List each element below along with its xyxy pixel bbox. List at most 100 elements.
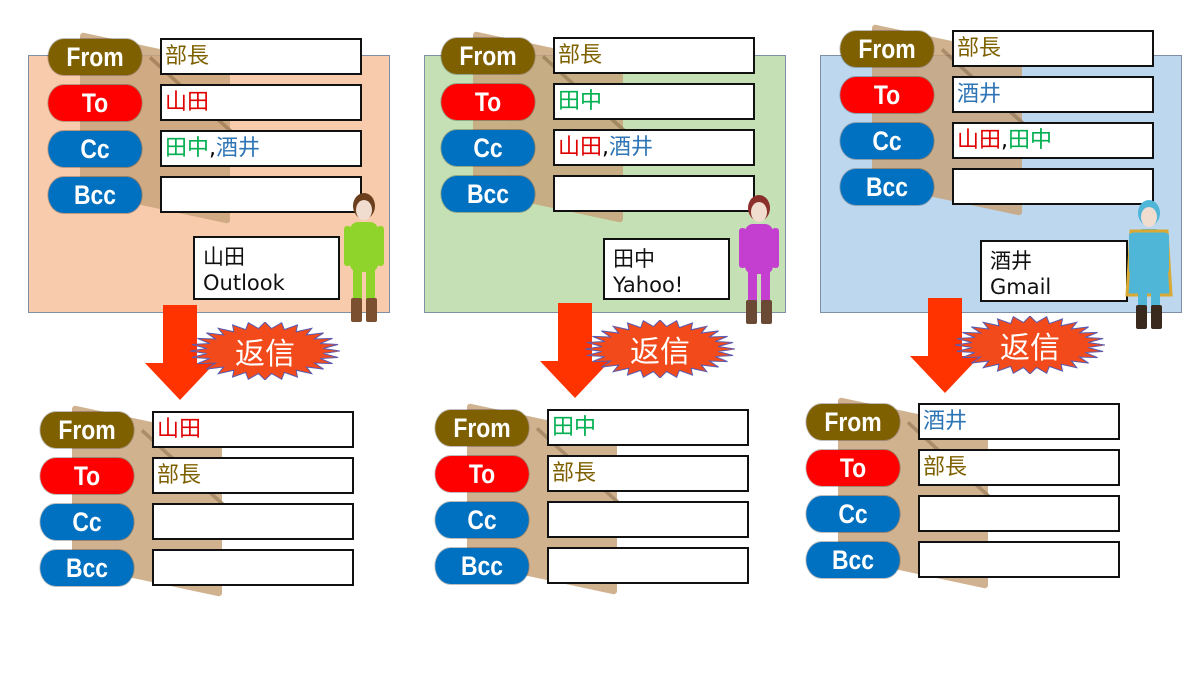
reply-mail-header: From 酒井 To 部長 Cc Bcc [798, 397, 1128, 593]
recipient-name: , [1001, 128, 1009, 153]
from-row: From 山田 [32, 411, 362, 449]
recipient-name: 田中 [552, 415, 597, 440]
cc-label: Cc [40, 504, 134, 540]
recipient-name: 部長 [923, 455, 968, 480]
reply-starburst: 返信 [585, 320, 735, 378]
from-label: From [840, 31, 934, 67]
to-row: To 田中 [433, 83, 763, 121]
from-label: From [48, 39, 142, 75]
from-field[interactable]: 山田 [152, 411, 354, 448]
bcc-row: Bcc [798, 541, 1128, 579]
cc-label: Cc [435, 502, 529, 538]
from-row: From 酒井 [798, 403, 1128, 441]
bcc-field[interactable] [952, 168, 1154, 205]
to-row: To 部長 [798, 449, 1128, 487]
recipient-name: 田中 [558, 89, 603, 114]
recipient-name: 部長 [552, 461, 597, 486]
purple-outfit-character [735, 190, 783, 334]
recipient-name: , [209, 136, 217, 161]
cc-row: Cc [427, 501, 757, 539]
from-field[interactable]: 部長 [553, 37, 755, 74]
bcc-row: Bcc [433, 175, 763, 213]
bcc-label: Bcc [48, 177, 142, 213]
recipient-name: 酒井 [923, 409, 968, 434]
mail-client: Outlook [203, 271, 285, 295]
to-field[interactable]: 部長 [547, 455, 749, 492]
reply-starburst: 返信 [955, 316, 1105, 374]
recipient-name: 酒井 [216, 136, 261, 161]
cc-label: Cc [441, 130, 535, 166]
user-info-box: 田中 Yahoo! [603, 238, 730, 300]
bcc-row: Bcc [32, 549, 362, 587]
bcc-label: Bcc [806, 542, 900, 578]
recipient-name: 田中 [1008, 128, 1053, 153]
reply-mail-header: From 山田 To 部長 Cc Bcc [32, 405, 362, 601]
mail-client: Yahoo! [613, 273, 684, 297]
from-field[interactable]: 田中 [547, 409, 749, 446]
recipient-name: , [602, 135, 610, 160]
cc-label: Cc [48, 131, 142, 167]
cc-field[interactable]: 山田,酒井 [553, 129, 755, 166]
cc-field[interactable] [547, 501, 749, 538]
bcc-label: Bcc [441, 176, 535, 212]
bcc-field[interactable] [547, 547, 749, 584]
recipient-name: 田中 [165, 136, 210, 161]
reply-mail-header: From 田中 To 部長 Cc Bcc [427, 403, 757, 599]
to-field[interactable]: 山田 [160, 84, 362, 121]
cc-field[interactable]: 山田,田中 [952, 122, 1154, 159]
user-name: 田中 [613, 247, 655, 271]
recipient-name: 部長 [157, 463, 202, 488]
cc-row: Cc 山田,田中 [832, 122, 1162, 160]
to-field[interactable]: 酒井 [952, 76, 1154, 113]
bcc-row: Bcc [40, 176, 370, 214]
received-mail-header: From 部長 To 田中 Cc 山田,酒井 Bcc [433, 31, 763, 227]
bcc-label: Bcc [40, 550, 134, 586]
to-row: To 部長 [427, 455, 757, 493]
from-field[interactable]: 部長 [160, 38, 362, 75]
bcc-row: Bcc [427, 547, 757, 585]
from-field[interactable]: 酒井 [918, 403, 1120, 440]
from-label: From [806, 404, 900, 440]
recipient-name: 酒井 [609, 135, 654, 160]
cc-row: Cc 山田,酒井 [433, 129, 763, 167]
to-field[interactable]: 部長 [152, 457, 354, 494]
to-label: To [441, 84, 535, 120]
cc-row: Cc [798, 495, 1128, 533]
user-info-box: 山田 Outlook [193, 236, 340, 300]
to-field[interactable]: 部長 [918, 449, 1120, 486]
to-row: To 部長 [32, 457, 362, 495]
mail-client: Gmail [990, 275, 1052, 299]
cc-row: Cc 田中,酒井 [40, 130, 370, 168]
recipient-name: 山田 [165, 90, 210, 115]
reply-starburst: 返信 [190, 322, 340, 380]
to-label: To [435, 456, 529, 492]
bcc-field[interactable] [918, 541, 1120, 578]
to-label: To [840, 77, 934, 113]
from-label: From [40, 412, 134, 448]
to-field[interactable]: 田中 [553, 83, 755, 120]
green-outfit-character [340, 188, 388, 332]
from-row: From 田中 [427, 409, 757, 447]
from-label: From [435, 410, 529, 446]
cc-field[interactable] [152, 503, 354, 540]
from-row: From 部長 [40, 38, 370, 76]
user-info-box: 酒井 Gmail [980, 240, 1128, 302]
user-name: 酒井 [990, 249, 1032, 273]
from-field[interactable]: 部長 [952, 30, 1154, 67]
received-mail-header: From 部長 To 酒井 Cc 山田,田中 Bcc [832, 24, 1162, 220]
from-label: From [441, 38, 535, 74]
reply-label: 返信 [235, 337, 295, 372]
reply-label: 返信 [1000, 331, 1060, 366]
to-row: To 酒井 [832, 76, 1162, 114]
from-row: From 部長 [832, 30, 1162, 68]
bcc-field[interactable] [152, 549, 354, 586]
bcc-field[interactable] [553, 175, 755, 212]
recipient-name: 部長 [165, 44, 210, 69]
cc-field[interactable] [918, 495, 1120, 532]
recipient-name: 部長 [558, 43, 603, 68]
cc-field[interactable]: 田中,酒井 [160, 130, 362, 167]
bcc-row: Bcc [832, 168, 1162, 206]
bcc-field[interactable] [160, 176, 362, 213]
to-label: To [40, 458, 134, 494]
recipient-name: 山田 [957, 128, 1002, 153]
